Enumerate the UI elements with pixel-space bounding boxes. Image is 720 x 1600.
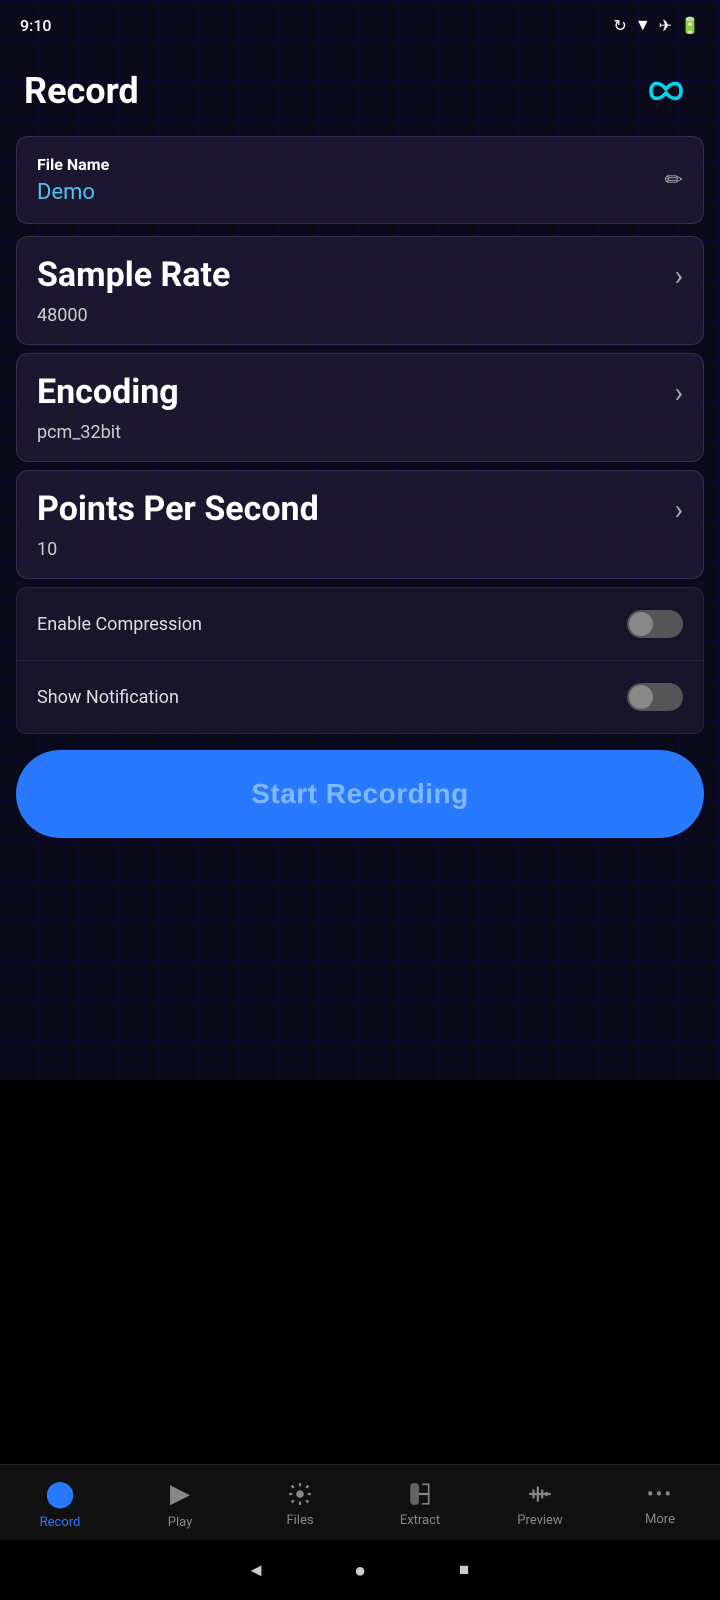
status-bar: 9:10 ↻ ▼ ✈ 🔋 [0,0,720,50]
start-recording-button[interactable]: Start Recording [16,750,704,838]
enable-compression-row[interactable]: Enable Compression [16,587,704,661]
home-button[interactable] [348,1558,372,1582]
enable-compression-toggle[interactable] [627,610,683,638]
app-logo [636,76,696,106]
battery-icon: 🔋 [680,16,700,35]
enable-compression-label: Enable Compression [37,614,202,635]
edit-icon[interactable]: ✏ [665,168,683,193]
record-nav-label: Record [40,1515,81,1530]
file-label: File Name [37,155,109,174]
airplane-icon: ✈ [659,16,672,35]
extract-nav-label: Extract [400,1513,440,1528]
encoding-card[interactable]: Encoding › pcm_32bit [16,353,704,462]
encoding-title: Encoding [37,372,179,412]
files-nav-icon [287,1481,313,1507]
play-nav-icon: ▶ [170,1479,190,1509]
file-name-card[interactable]: File Name Demo ✏ [16,136,704,224]
system-nav-bar [0,1540,720,1600]
sample-rate-chevron: › [675,259,683,292]
status-icons: ↻ ▼ ✈ 🔋 [613,15,700,35]
preview-nav-label: Preview [517,1513,562,1528]
record-nav-icon: ⬤ [45,1479,74,1509]
status-time: 9:10 [20,16,52,35]
points-per-second-chevron: › [675,493,683,526]
extract-nav-icon [407,1481,433,1507]
points-per-second-title: Points Per Second [37,489,319,529]
show-notification-toggle[interactable] [627,683,683,711]
sample-rate-card[interactable]: Sample Rate › 48000 [16,236,704,345]
file-name-info: File Name Demo [37,155,109,205]
page-title: Record [24,70,139,112]
file-value: Demo [37,180,109,205]
nav-more[interactable]: ••• More [620,1482,700,1527]
more-nav-icon: ••• [647,1482,673,1506]
nav-extract[interactable]: Extract [380,1481,460,1528]
sample-rate-title: Sample Rate [37,255,230,295]
points-per-second-value: 10 [37,539,683,560]
more-nav-label: More [645,1512,675,1527]
nav-preview[interactable]: Preview [500,1481,580,1528]
nav-files[interactable]: Files [260,1481,340,1528]
nav-record[interactable]: ⬤ Record [20,1479,100,1530]
bottom-navigation: ⬤ Record ▶ Play Files Extract Preview [0,1464,720,1540]
sample-rate-value: 48000 [37,305,683,326]
sync-icon: ↻ [613,16,626,35]
nav-play[interactable]: ▶ Play [140,1479,220,1530]
wifi-icon: ▼ [635,15,651,35]
encoding-value: pcm_32bit [37,422,683,443]
preview-nav-icon [527,1481,553,1507]
points-per-second-card[interactable]: Points Per Second › 10 [16,470,704,579]
files-nav-label: Files [286,1513,313,1528]
show-notification-label: Show Notification [37,687,179,708]
recents-button[interactable] [452,1558,476,1582]
show-notification-row[interactable]: Show Notification [16,661,704,734]
page-header: Record [0,50,720,136]
play-nav-label: Play [168,1515,193,1530]
back-button[interactable] [244,1558,268,1582]
encoding-chevron: › [675,376,683,409]
